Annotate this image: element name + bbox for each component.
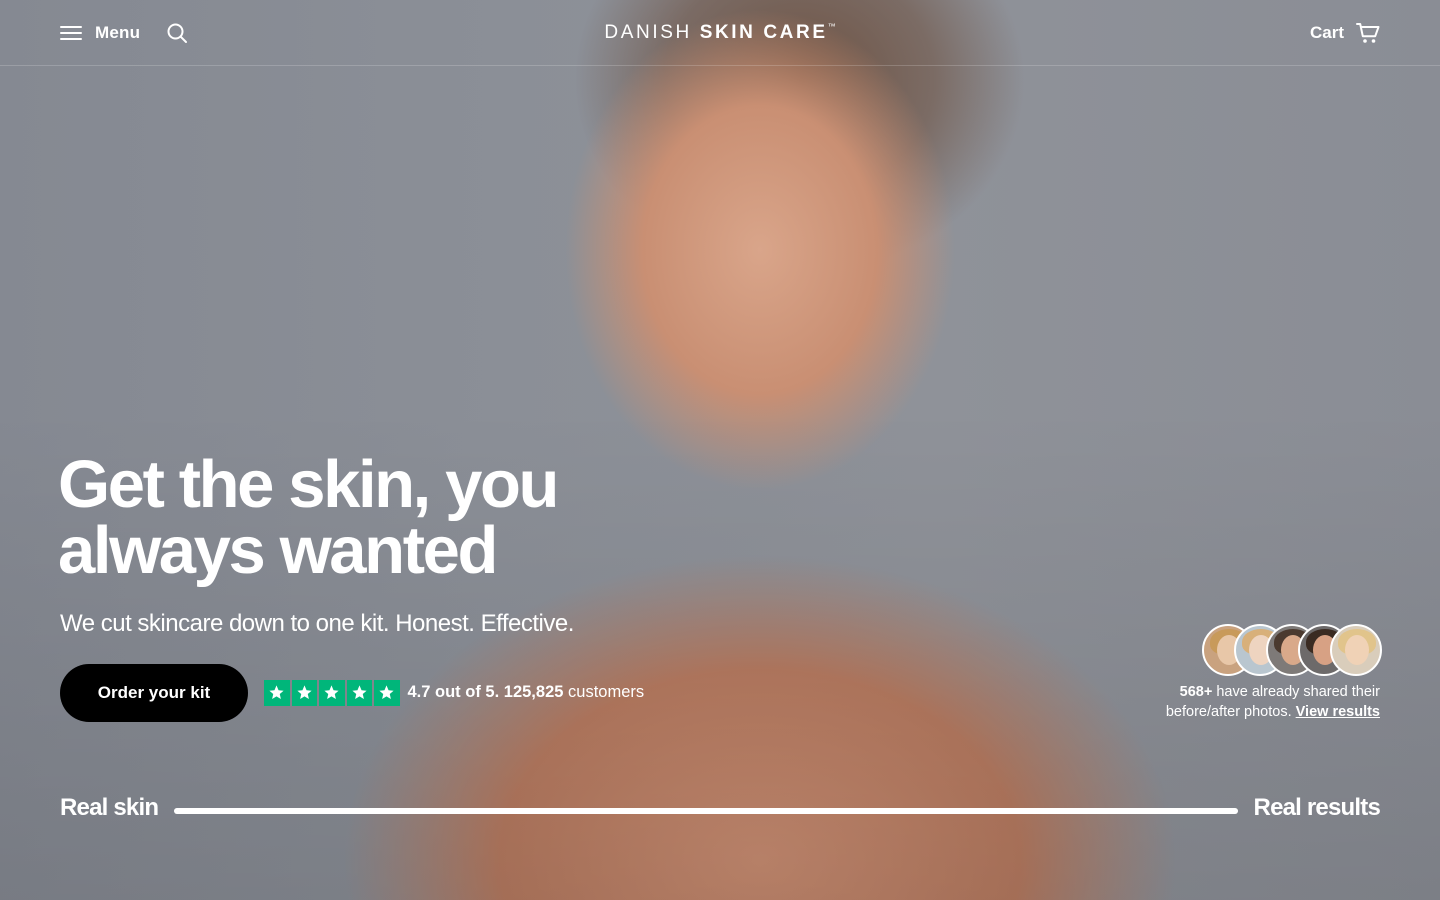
hero-subtitle: We cut skincare down to one kit. Honest.… xyxy=(60,610,574,637)
rating-count: 125,825 xyxy=(503,683,564,702)
star-icon xyxy=(374,680,400,706)
logo-trademark: ™ xyxy=(827,21,836,31)
trustpilot-rating[interactable]: 4.7 out of 5. 125,825 customers xyxy=(264,680,644,706)
order-kit-button[interactable]: Order your kit xyxy=(60,664,248,722)
proof-text-2: before/after photos. xyxy=(1165,704,1292,720)
menu-button[interactable]: Menu xyxy=(60,23,140,43)
rating-text: 4.7 out of 5. 125,825 customers xyxy=(408,683,645,702)
site-header: Menu DANISH SKIN CARE™ Cart xyxy=(0,0,1440,66)
header-left: Menu xyxy=(60,22,604,44)
view-results-link[interactable]: View results xyxy=(1296,704,1380,720)
menu-label: Menu xyxy=(95,22,141,42)
star-icon xyxy=(319,680,345,706)
real-results-label: Real results xyxy=(1253,794,1381,821)
proof-text-1: have already shared their xyxy=(1216,684,1380,700)
avatar xyxy=(1330,624,1382,676)
cart-button[interactable]: Cart xyxy=(836,22,1380,44)
logo-light-text: DANISH xyxy=(604,21,700,43)
rating-stars xyxy=(264,680,400,706)
real-skin-label: Real skin xyxy=(60,794,159,821)
proof-count: 568+ xyxy=(1179,684,1213,700)
brand-logo[interactable]: DANISH SKIN CARE™ xyxy=(604,22,835,44)
cart-icon xyxy=(1356,22,1380,44)
logo-strong-text: SKIN CARE xyxy=(699,21,828,43)
rating-score: 4.7 out of 5. xyxy=(407,683,500,702)
search-icon[interactable] xyxy=(166,22,188,44)
before-after-proof: 568+ have already shared their before/af… xyxy=(1080,682,1380,722)
star-icon xyxy=(346,680,372,706)
hero-title: Get the skin, you always wanted xyxy=(58,447,559,588)
star-icon xyxy=(291,680,317,706)
star-icon xyxy=(264,680,290,706)
hamburger-icon xyxy=(60,25,82,41)
rating-count-label: customers xyxy=(568,683,645,702)
customer-avatars[interactable] xyxy=(1202,624,1382,676)
cart-label: Cart xyxy=(1310,22,1345,42)
before-after-slider[interactable] xyxy=(174,808,1238,814)
slider-fill xyxy=(174,808,1238,814)
